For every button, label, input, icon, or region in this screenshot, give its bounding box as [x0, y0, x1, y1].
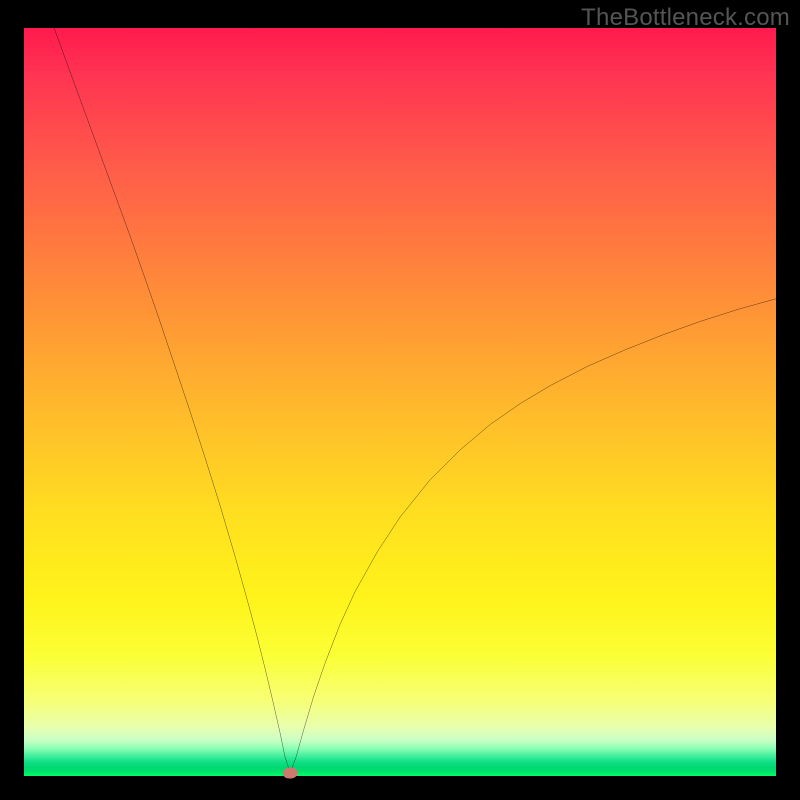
- bottleneck-curve: [54, 28, 776, 773]
- curve-svg: [24, 28, 776, 776]
- optimal-point-marker: [283, 768, 298, 779]
- chart-frame: TheBottleneck.com: [0, 0, 800, 800]
- watermark-text: TheBottleneck.com: [581, 4, 790, 32]
- plot-area: [24, 28, 776, 776]
